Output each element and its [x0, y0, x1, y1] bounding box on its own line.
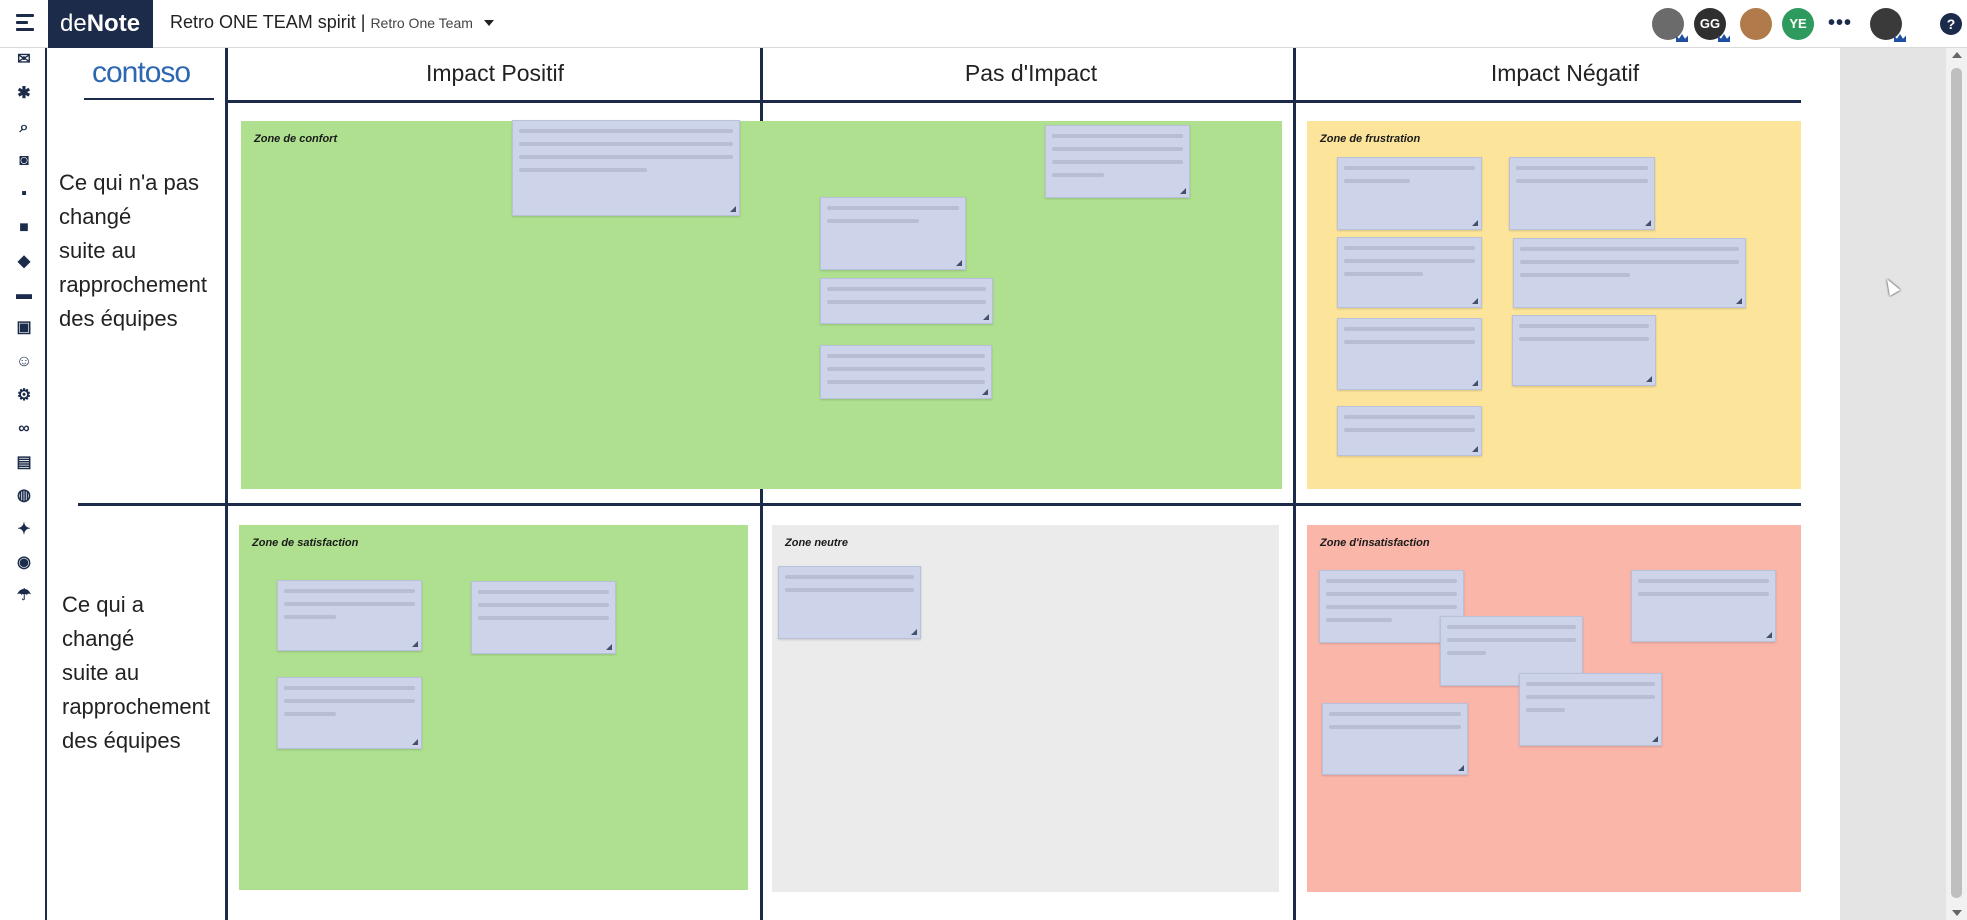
- sticky-note[interactable]: [1512, 315, 1656, 386]
- board-title-text: Retro ONE TEAM spirit: [170, 12, 356, 32]
- sticky-note[interactable]: [1337, 318, 1482, 390]
- envelope-icon[interactable]: ✉: [14, 50, 34, 70]
- app-logo[interactable]: deNote: [48, 0, 153, 48]
- header-divider: [228, 100, 1801, 103]
- user-avatar-ye[interactable]: YE: [1782, 8, 1814, 40]
- book-icon[interactable]: ▤: [14, 453, 34, 473]
- row-divider: [78, 503, 1801, 506]
- scroll-thumb[interactable]: [1951, 68, 1962, 898]
- gear-icon[interactable]: ✱: [14, 84, 34, 104]
- scroll-up-icon[interactable]: [1952, 52, 1962, 58]
- settings-icon[interactable]: ⚙: [14, 386, 34, 406]
- user-avatar-gg[interactable]: GG: [1694, 8, 1730, 42]
- sticky-note[interactable]: [820, 197, 966, 270]
- image-icon[interactable]: ▬: [14, 285, 34, 305]
- current-user-avatar[interactable]: [1870, 8, 1906, 42]
- tag-icon[interactable]: ◆: [14, 252, 34, 272]
- sticky-note[interactable]: [277, 580, 422, 651]
- sticky-note[interactable]: [1513, 238, 1746, 308]
- column-impact-positif: Impact Positif: [425, 60, 565, 86]
- logo: contoso: [84, 50, 214, 100]
- sticky-note[interactable]: [1509, 157, 1655, 230]
- vertical-divider-1: [225, 48, 228, 920]
- row-label-changed: Ce qui a changé suite au rapprochement des é…: [62, 592, 210, 753]
- board-subtitle: Retro One Team: [370, 15, 473, 31]
- sticky-note[interactable]: [1322, 703, 1468, 775]
- smiley-icon[interactable]: ☺: [14, 352, 34, 372]
- row-label-unchanged: Ce qui n'a pas changé suite au rapprochemen…: [59, 170, 207, 331]
- sticky-note[interactable]: [820, 278, 993, 324]
- sticky-note[interactable]: [1045, 125, 1190, 198]
- user-avatar-3[interactable]: [1740, 8, 1772, 40]
- sticky-note[interactable]: [1337, 157, 1482, 230]
- globe-icon[interactable]: ◍: [14, 486, 34, 506]
- sticky-note[interactable]: [1631, 570, 1776, 642]
- menu-icon[interactable]: [10, 10, 40, 38]
- vertical-divider-3: [1293, 48, 1296, 920]
- caret-down-icon[interactable]: [483, 20, 494, 27]
- top-bar: deNote Retro ONE TEAM spirit | Retro One…: [0, 0, 1967, 48]
- magic-icon[interactable]: ✦: [14, 520, 34, 540]
- column-pas-d-impact: Pas d'Impact: [964, 60, 1098, 86]
- help-icon[interactable]: ?: [1940, 13, 1962, 35]
- search-icon[interactable]: ⌕: [14, 118, 34, 138]
- umbrella-icon[interactable]: ☂: [14, 586, 34, 606]
- square-icon[interactable]: ■: [14, 218, 34, 238]
- right-panel: [1840, 48, 1946, 920]
- media-icon[interactable]: ◙: [14, 151, 34, 171]
- board-title[interactable]: Retro ONE TEAM spirit | Retro One Team: [170, 12, 494, 33]
- link-icon[interactable]: ∞: [14, 419, 34, 439]
- vertical-scrollbar[interactable]: [1946, 48, 1967, 920]
- sticky-note[interactable]: [1337, 237, 1482, 308]
- column-impact-negatif: Impact Négatif: [1490, 60, 1640, 86]
- sticky-note[interactable]: [277, 677, 422, 749]
- sticky-note[interactable]: [471, 581, 616, 654]
- sticky-note[interactable]: [1519, 673, 1662, 746]
- left-sidebar: ✉ ✱ ⌕ ◙ ▪ ■ ◆ ▬ ▣ ☺ ⚙ ∞ ▤ ◍ ✦ ◉ ☂: [0, 48, 47, 920]
- note-icon[interactable]: ▪: [14, 184, 34, 204]
- sticky-note[interactable]: [778, 566, 921, 639]
- sticky-note[interactable]: [820, 345, 992, 399]
- more-icon[interactable]: •••: [1828, 12, 1852, 35]
- sticky-note[interactable]: [512, 120, 740, 216]
- camera-icon[interactable]: ◉: [14, 553, 34, 573]
- briefcase-icon[interactable]: ▣: [14, 318, 34, 338]
- user-avatar-1[interactable]: [1652, 8, 1688, 42]
- sticky-note[interactable]: [1337, 406, 1482, 456]
- scroll-down-icon[interactable]: [1952, 910, 1962, 916]
